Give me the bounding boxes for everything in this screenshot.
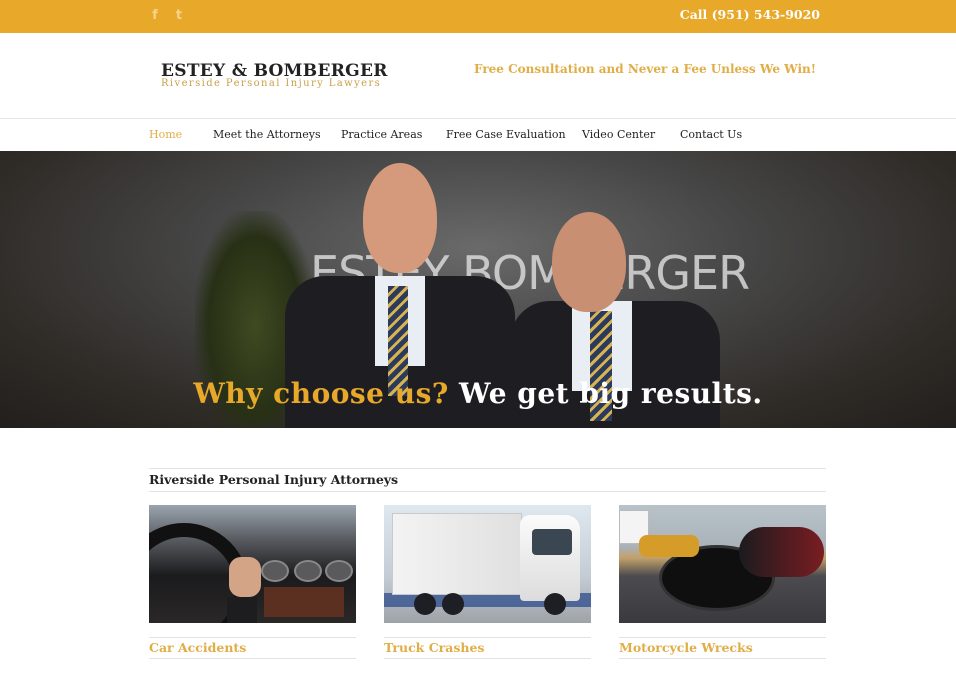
- nav-practice-areas[interactable]: Practice Areas: [341, 128, 422, 141]
- nav-video-center[interactable]: Video Center: [582, 128, 655, 141]
- practice-card-motorcycle-wrecks[interactable]: Motorcycle Wrecks: [619, 505, 826, 659]
- logo-subtitle: Riverside Personal Injury Lawyers: [161, 78, 382, 89]
- truck-crashes-link[interactable]: Truck Crashes: [384, 637, 591, 659]
- hero-banner: ESTEY BOMBERGER Why choose us? We get bi…: [0, 151, 956, 428]
- main-nav: Home Meet the Attorneys Practice Areas F…: [0, 118, 956, 152]
- practice-card-car-accidents[interactable]: Car Accidents: [149, 505, 356, 659]
- nav-home[interactable]: Home: [149, 128, 182, 141]
- hero-caption-part1: Why choose us?: [193, 377, 449, 410]
- car-accidents-link[interactable]: Car Accidents: [149, 637, 356, 659]
- practice-card-truck-crashes[interactable]: Truck Crashes: [384, 505, 591, 659]
- hero-caption: Why choose us? We get big results.: [0, 377, 956, 410]
- top-bar: f t Call (951) 543-9020: [0, 0, 956, 33]
- motorcycle-wrecks-link[interactable]: Motorcycle Wrecks: [619, 637, 826, 659]
- section-heading: Riverside Personal Injury Attorneys: [149, 468, 826, 492]
- social-links: f t: [148, 8, 186, 24]
- section-title: Riverside Personal Injury Attorneys: [149, 472, 399, 487]
- nav-meet-the-attorneys[interactable]: Meet the Attorneys: [213, 128, 321, 141]
- tagline: Free Consultation and Never a Fee Unless…: [474, 62, 816, 76]
- facebook-icon[interactable]: f: [148, 8, 162, 24]
- phone-number[interactable]: Call (951) 543-9020: [680, 7, 820, 22]
- nav-contact-us[interactable]: Contact Us: [680, 128, 742, 141]
- truck-crashes-image[interactable]: [384, 505, 591, 623]
- motorcycle-wrecks-image[interactable]: [619, 505, 826, 623]
- twitter-icon[interactable]: t: [172, 8, 186, 24]
- nav-free-case-evaluation[interactable]: Free Case Evaluation: [446, 128, 566, 141]
- car-accidents-image[interactable]: [149, 505, 356, 623]
- hero-caption-part2: We get big results.: [459, 377, 763, 410]
